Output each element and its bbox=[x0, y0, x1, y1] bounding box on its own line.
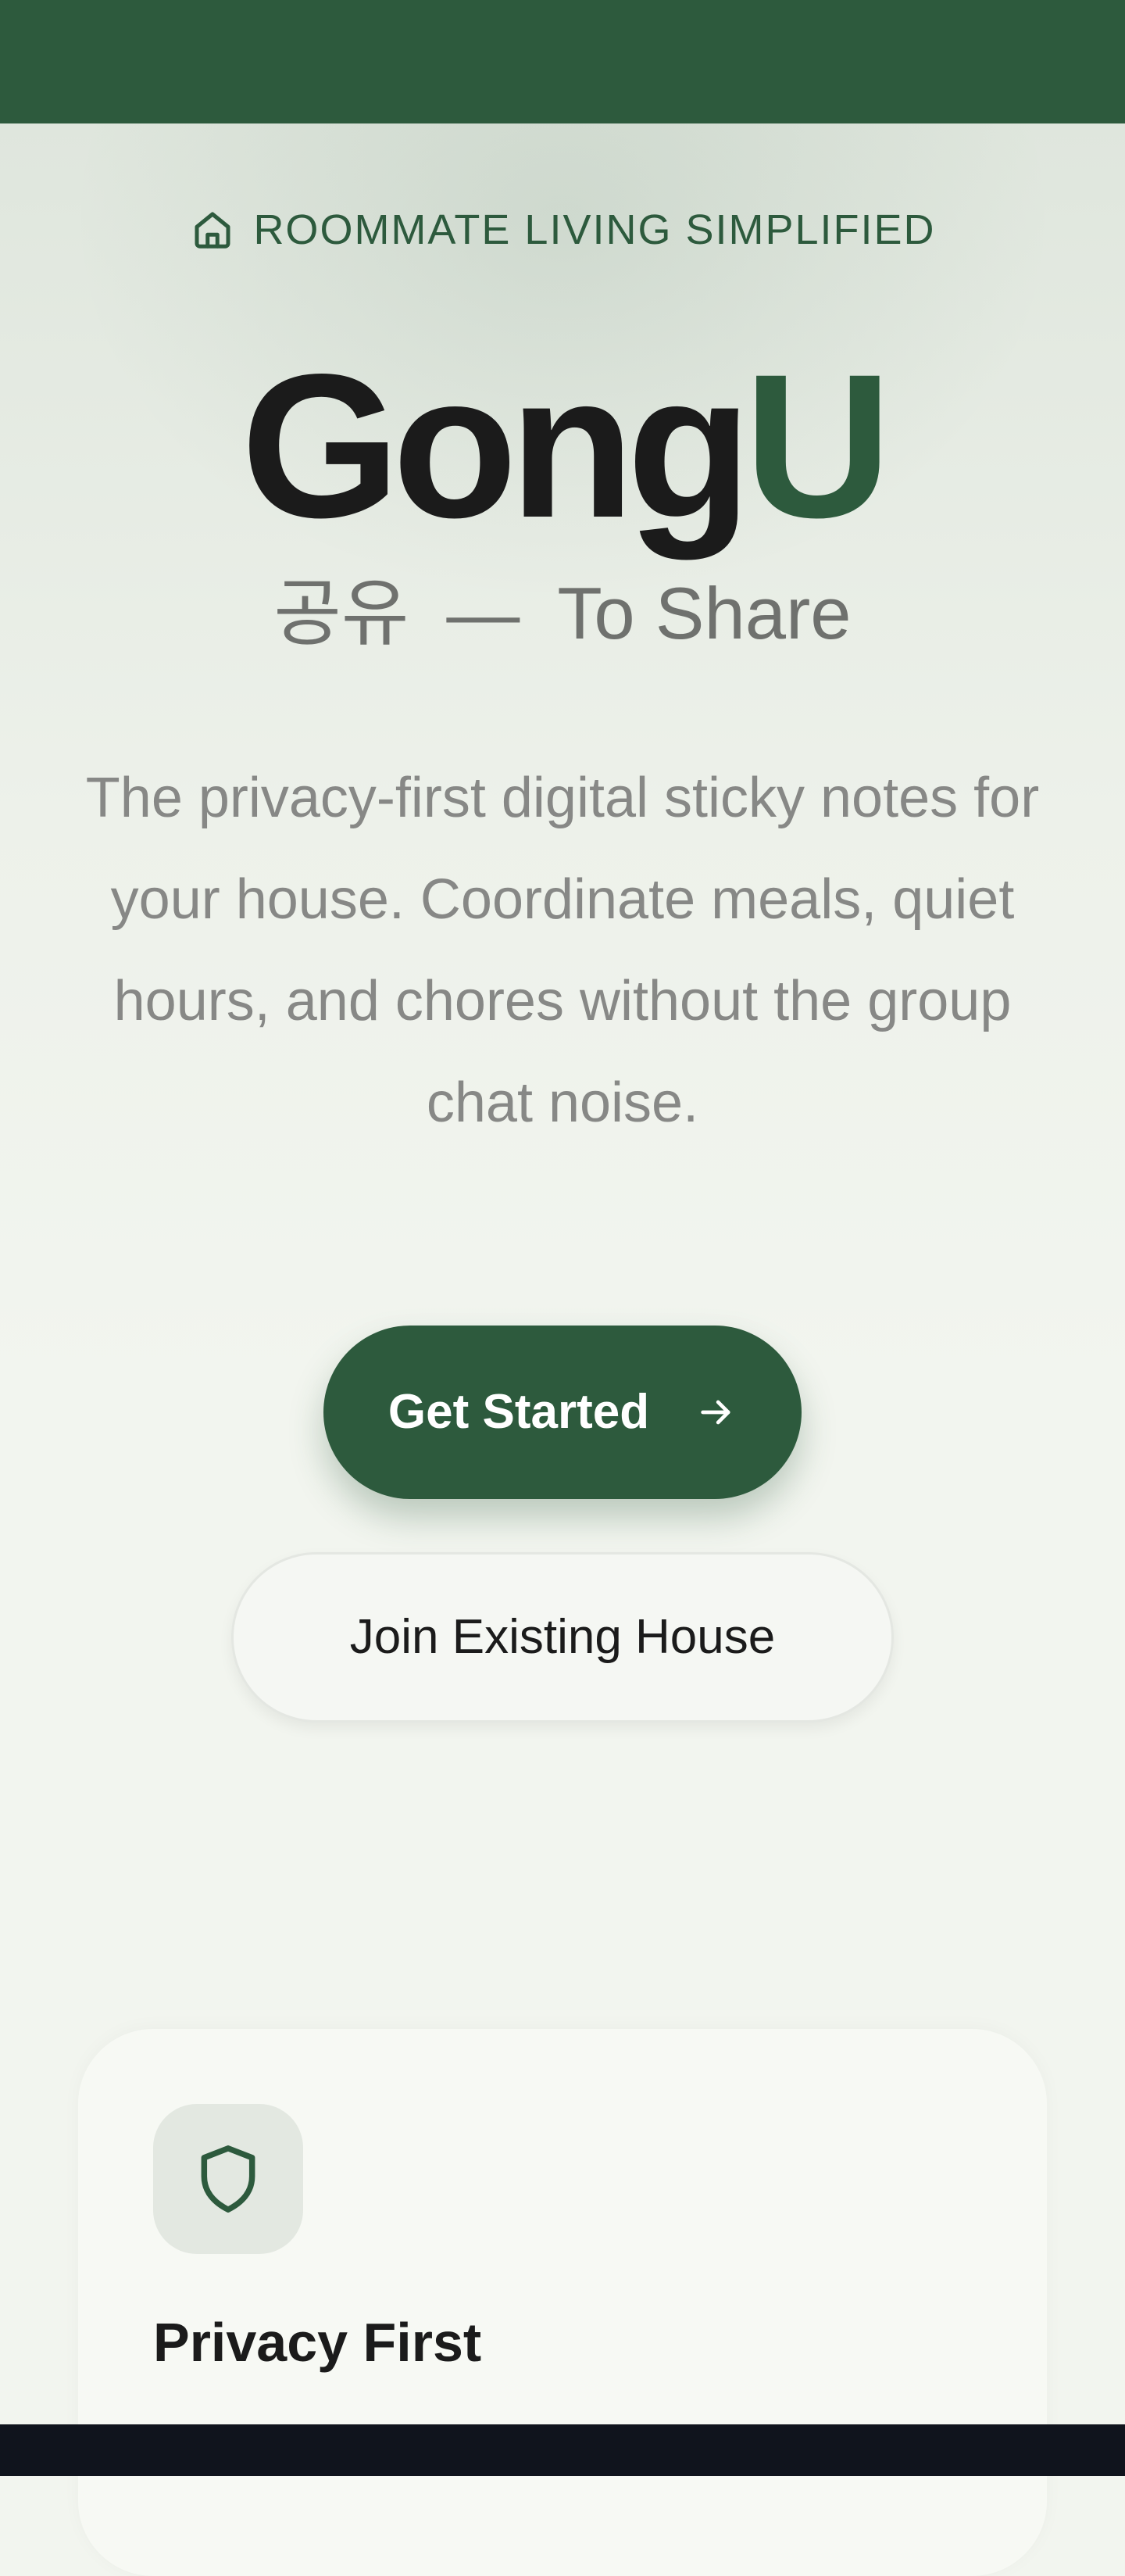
home-icon bbox=[195, 212, 230, 249]
tagline: ROOMMATE LIVING SIMPLIFIED bbox=[253, 206, 936, 253]
feature-icon-box bbox=[153, 2104, 303, 2254]
get-started-label: Get Started bbox=[388, 1385, 650, 1439]
shield-icon bbox=[201, 2145, 255, 2213]
brand-name-accent: U bbox=[744, 331, 891, 560]
subtitle-meaning: To Share bbox=[557, 572, 852, 654]
tagline-row: ROOMMATE LIVING SIMPLIFIED bbox=[0, 202, 1125, 258]
top-bar bbox=[0, 0, 1125, 123]
brand-logo: GongU bbox=[0, 344, 1125, 549]
brand-subtitle: 공유 — To Share bbox=[0, 577, 1125, 650]
hero-description: The privacy-first digital sticky notes f… bbox=[85, 767, 1040, 1134]
join-existing-house-button[interactable]: Join Existing House bbox=[231, 1552, 894, 1723]
join-existing-house-label: Join Existing House bbox=[349, 1610, 776, 1664]
feature-card-privacy: Privacy First bbox=[78, 2029, 1047, 2576]
get-started-button[interactable]: Get Started bbox=[323, 1326, 802, 1499]
subtitle-dash: — bbox=[446, 572, 520, 654]
brand-name-primary: Gong bbox=[241, 331, 752, 560]
feature-title: Privacy First bbox=[153, 2312, 482, 2373]
subtitle-korean: 공유 bbox=[273, 572, 409, 654]
bottom-bar bbox=[0, 2424, 1125, 2476]
arrow-right-icon bbox=[701, 1400, 730, 1425]
